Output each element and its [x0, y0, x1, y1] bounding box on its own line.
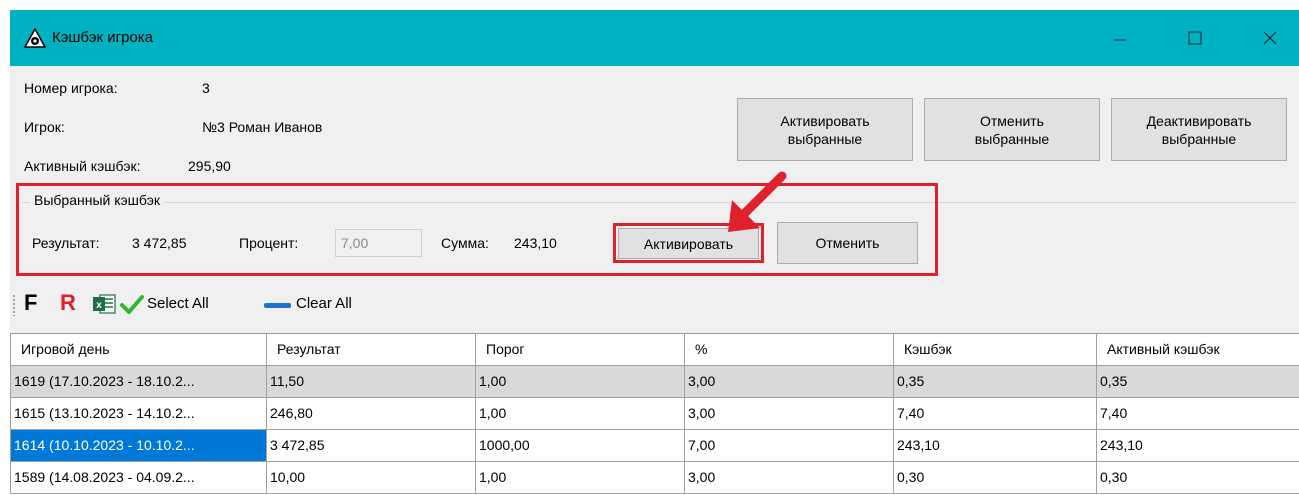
excel-icon[interactable]: x [92, 293, 116, 315]
deactivate-selected-line1: Деактивировать [1146, 112, 1252, 129]
cashback-window: Кэшбэк игрока Номер игрока: 3 Игрок: №3 … [10, 10, 1299, 495]
table-cell[interactable]: 0,30 [893, 461, 1097, 494]
table-cell[interactable]: 0,30 [1096, 461, 1299, 494]
activate-selected-button[interactable]: Активировать выбранные [737, 98, 913, 161]
active-cashback-value: 295,90 [188, 158, 231, 174]
table-cell[interactable]: 246,80 [266, 397, 476, 430]
table-cell[interactable]: 243,10 [893, 429, 1097, 462]
player-name-label: Игрок: [24, 119, 65, 135]
clear-all-button[interactable]: Clear All [296, 295, 352, 312]
select-all-button[interactable]: Select All [147, 295, 209, 312]
table-cell[interactable]: 243,10 [1096, 429, 1299, 462]
player-number-value: 3 [202, 80, 210, 96]
app-logo-icon [24, 28, 46, 48]
table-row[interactable]: 1619 (17.10.2023 - 18.10.2... 11,50 1,00… [10, 365, 1299, 398]
player-name-value: №3 Роман Иванов [202, 119, 323, 135]
table-cell[interactable]: 7,40 [893, 397, 1097, 430]
pointer-arrow-icon [728, 171, 787, 232]
svg-text:x: x [96, 300, 102, 311]
table-cell[interactable]: 11,50 [266, 365, 476, 398]
table-cell[interactable]: 1614 (10.10.2023 - 10.10.2... [10, 429, 267, 462]
table-cell[interactable]: 7,00 [684, 429, 894, 462]
grid-toolbar: F R x Select All Clear All [10, 286, 1299, 324]
table-cell[interactable]: 1589 (14.08.2023 - 04.09.2... [10, 461, 267, 494]
col-header-result[interactable]: Результат [266, 334, 476, 366]
col-header-threshold[interactable]: Порог [475, 334, 685, 366]
table-cell[interactable]: 1,00 [475, 397, 685, 430]
table-cell[interactable]: 1619 (17.10.2023 - 18.10.2... [10, 365, 267, 398]
active-cashback-label: Активный кэшбэк: [24, 158, 141, 174]
table-cell[interactable]: 1,00 [475, 461, 685, 494]
table-cell[interactable]: 1000,00 [475, 429, 685, 462]
activate-selected-line1: Активировать [780, 112, 870, 129]
table-cell[interactable]: 3,00 [684, 397, 894, 430]
grid-header-row: Игровой день Результат Порог % Кэшбэк Ак… [10, 334, 1299, 366]
table-cell[interactable]: 3 472,85 [266, 429, 476, 462]
cancel-selected-button[interactable]: Отменить выбранные [924, 98, 1100, 161]
deactivate-selected-line2: выбранные [1161, 130, 1237, 147]
deactivate-selected-button[interactable]: Деактивировать выбранные [1111, 98, 1287, 161]
table-cell[interactable]: 10,00 [266, 461, 476, 494]
close-icon[interactable] [1255, 24, 1285, 52]
col-header-percent[interactable]: % [684, 334, 894, 366]
cancel-selected-line1: Отменить [980, 112, 1044, 129]
window-title: Кэшбэк игрока [52, 29, 154, 46]
cashback-grid: Игровой день Результат Порог % Кэшбэк Ак… [10, 333, 1299, 495]
table-cell[interactable]: 1615 (13.10.2023 - 14.10.2... [10, 397, 267, 430]
cancel-selected-line2: выбранные [974, 130, 1050, 147]
activate-selected-line2: выбранные [787, 130, 863, 147]
table-row[interactable]: 1615 (13.10.2023 - 14.10.2... 246,80 1,0… [10, 397, 1299, 430]
col-header-active-cashback[interactable]: Активный кэшбэк [1096, 334, 1299, 366]
checkmark-icon[interactable] [120, 294, 144, 314]
table-row[interactable]: 1614 (10.10.2023 - 10.10.2... 3 472,85 1… [10, 429, 1299, 462]
table-cell[interactable]: 0,35 [893, 365, 1097, 398]
title-bar: Кэшбэк игрока [10, 10, 1299, 66]
minus-icon[interactable] [264, 303, 291, 308]
table-cell[interactable]: 3,00 [684, 461, 894, 494]
table-cell[interactable]: 3,00 [684, 365, 894, 398]
table-cell[interactable]: 1,00 [475, 365, 685, 398]
col-header-cashback[interactable]: Кэшбэк [893, 334, 1097, 366]
maximize-icon[interactable] [1180, 24, 1210, 52]
table-cell[interactable]: 0,35 [1096, 365, 1299, 398]
col-header-game-day[interactable]: Игровой день [10, 334, 267, 366]
table-row[interactable]: 1589 (14.08.2023 - 04.09.2... 10,00 1,00… [10, 461, 1299, 494]
player-number-label: Номер игрока: [24, 80, 118, 96]
minimize-icon[interactable] [1105, 24, 1135, 52]
r-reset-button[interactable]: R [60, 290, 76, 316]
table-cell[interactable]: 7,40 [1096, 397, 1299, 430]
f-filter-button[interactable]: F [24, 290, 37, 316]
toolbar-grip[interactable] [12, 294, 16, 316]
highlight-frame [16, 183, 938, 276]
